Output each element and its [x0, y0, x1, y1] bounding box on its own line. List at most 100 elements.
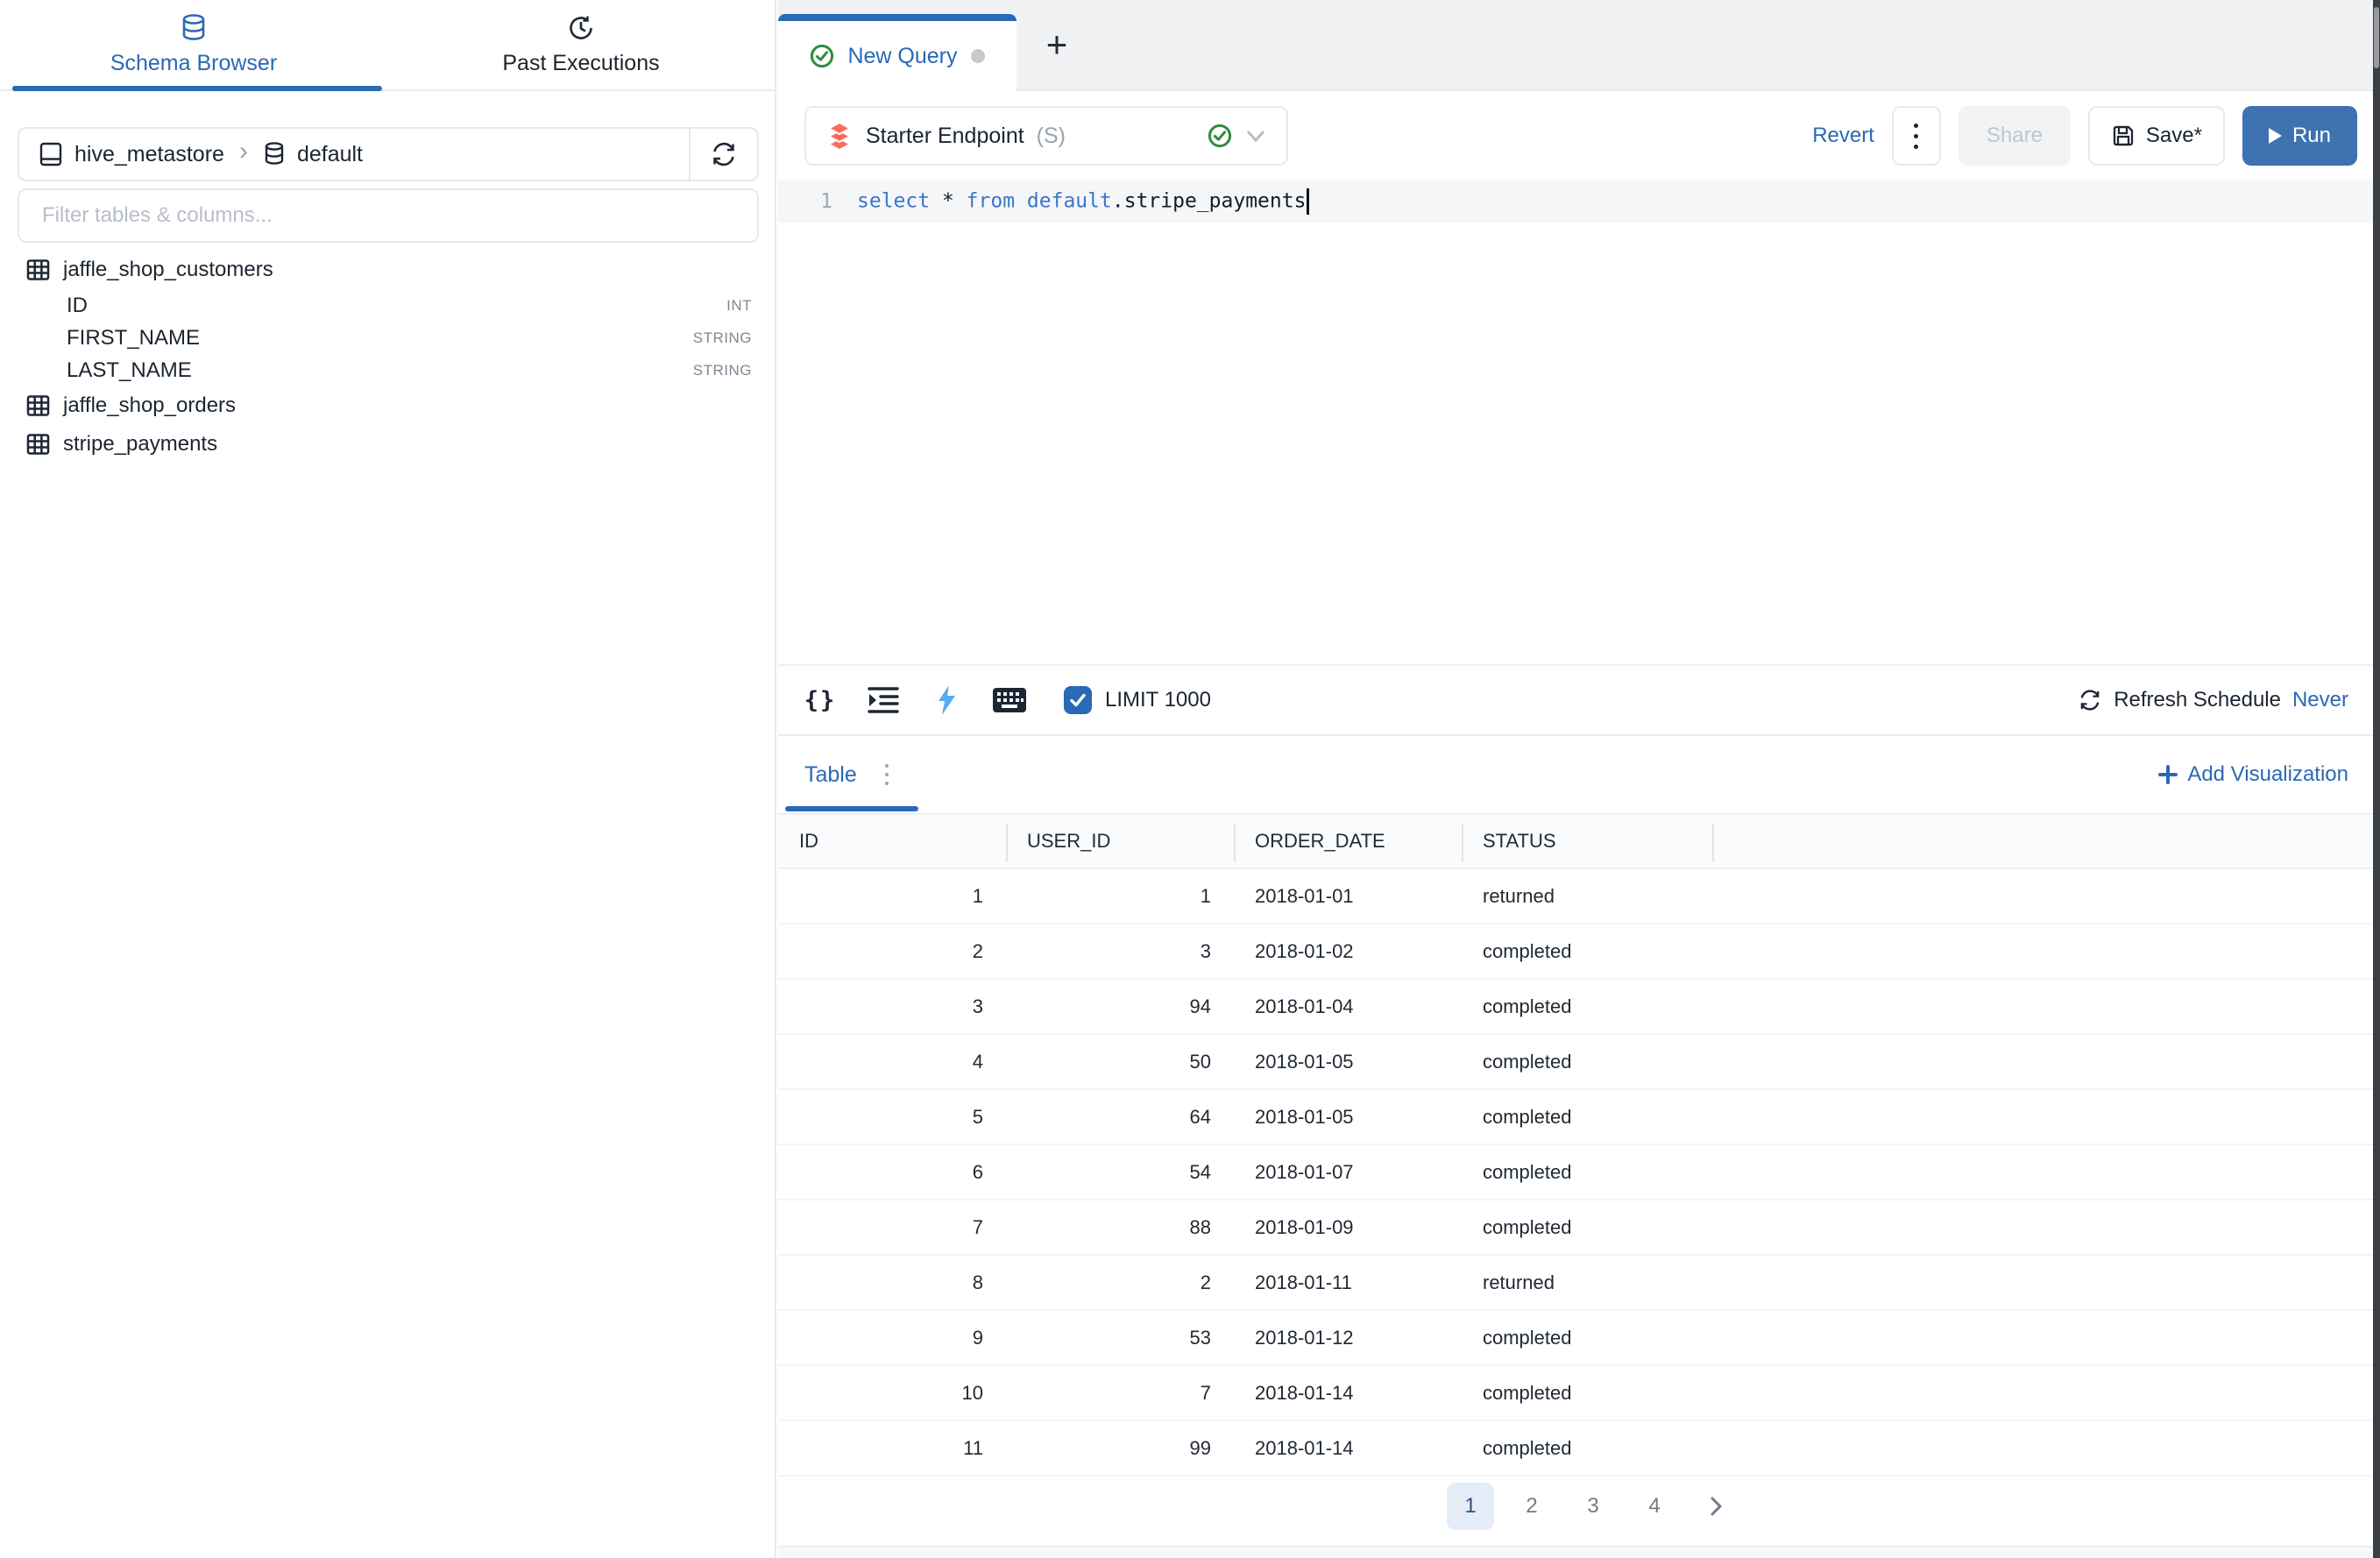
tab-schema-browser[interactable]: Schema Browser [0, 0, 387, 89]
sql-code-line[interactable]: select * from default.stripe_payments [857, 188, 1309, 215]
cell-status: completed [1462, 1106, 1712, 1129]
indent-icon [867, 685, 900, 715]
table-row: 112018-01-01returned [778, 869, 2373, 924]
editor-active-line: 1 select * from default.stripe_payments [778, 181, 2373, 223]
query-tab-label: New Query [847, 44, 957, 69]
table-row: 6542018-01-07completed [778, 1145, 2373, 1200]
sql-token: from [967, 190, 1015, 213]
unsaved-dot-icon [971, 49, 985, 63]
results-grid: ID USER_ID ORDER_DATE STATUS 112018-01-0… [778, 813, 2373, 1477]
sidebar-tab-label: Schema Browser [110, 51, 277, 76]
breadcrumb-schema[interactable]: default [297, 142, 363, 167]
format-braces-button[interactable]: {} [801, 681, 839, 719]
page-button-3[interactable]: 3 [1569, 1483, 1617, 1530]
query-tab-bar: New Query + [778, 0, 2373, 91]
save-button[interactable]: Save* [2088, 106, 2225, 166]
cell-user-id: 50 [1006, 1051, 1234, 1073]
more-options-button[interactable] [1892, 106, 1941, 166]
table-row: 7882018-01-09completed [778, 1200, 2373, 1256]
keyboard-icon [992, 687, 1027, 713]
cell-order-date: 2018-01-07 [1234, 1161, 1462, 1184]
databricks-endpoint-icon [825, 121, 854, 151]
cell-order-date: 2018-01-05 [1234, 1051, 1462, 1073]
new-tab-button[interactable]: + [1029, 0, 1085, 89]
tree-column-type: STRING [693, 362, 752, 379]
cell-status: completed [1462, 1051, 1712, 1073]
endpoint-selector[interactable]: Starter Endpoint (S) [804, 106, 1288, 166]
limit-checkbox[interactable] [1064, 686, 1092, 714]
revert-button[interactable]: Revert [1812, 124, 1874, 148]
add-visualization-label: Add Visualization [2187, 762, 2348, 787]
results-tab-table[interactable]: Table [804, 762, 857, 788]
keyboard-shortcuts-button[interactable] [990, 681, 1029, 719]
page-button-4[interactable]: 4 [1631, 1483, 1678, 1530]
cell-order-date: 2018-01-11 [1234, 1271, 1462, 1294]
table-row: 9532018-01-12completed [778, 1311, 2373, 1366]
tab-past-executions[interactable]: Past Executions [387, 0, 775, 89]
add-visualization-button[interactable]: Add Visualization [2157, 762, 2348, 787]
kebab-icon [1914, 124, 1918, 128]
check-circle-icon [1208, 124, 1232, 148]
cell-user-id: 88 [1006, 1216, 1234, 1239]
scrollbar-thumb[interactable] [2374, 7, 2379, 68]
query-actions: Revert Share Save* Run [1812, 106, 2357, 166]
share-button[interactable]: Share [1959, 106, 2071, 166]
results-header: Table Add Visualization [778, 736, 2373, 813]
cell-order-date: 2018-01-14 [1234, 1437, 1462, 1460]
tree-table-name: jaffle_shop_customers [63, 258, 273, 282]
cell-order-date: 2018-01-14 [1234, 1382, 1462, 1405]
bottom-strip [778, 1546, 2373, 1558]
next-page-button[interactable] [1692, 1483, 1739, 1530]
cell-id: 11 [778, 1437, 1006, 1460]
sql-token [930, 190, 942, 213]
results-tab-menu-button[interactable] [885, 764, 889, 785]
sql-token: stripe_payments [1124, 190, 1307, 213]
tree-column-name: LAST_NAME [67, 358, 192, 383]
table-grid-icon [26, 433, 50, 456]
run-button-label: Run [2292, 124, 2331, 148]
tree-column-name: FIRST_NAME [67, 326, 200, 351]
cell-user-id: 99 [1006, 1437, 1234, 1460]
refresh-icon [2078, 688, 2102, 712]
schema-filter [18, 188, 759, 243]
page-button-1[interactable]: 1 [1447, 1483, 1494, 1530]
live-autocomplete-button[interactable] [927, 681, 966, 719]
braces-icon: {} [804, 687, 837, 714]
refresh-schedule-value[interactable]: Never [2292, 688, 2348, 712]
cell-user-id: 2 [1006, 1271, 1234, 1294]
column-divider [1006, 824, 1008, 862]
plus-icon [2157, 764, 2178, 785]
chevron-right-icon: › [236, 138, 251, 170]
kebab-icon [885, 764, 889, 768]
cell-user-id: 64 [1006, 1106, 1234, 1129]
auto-indent-button[interactable] [864, 681, 903, 719]
window-scrollbar[interactable] [2373, 0, 2380, 1558]
cell-order-date: 2018-01-05 [1234, 1106, 1462, 1129]
tree-column-name: ID [67, 294, 88, 318]
refresh-icon [710, 140, 738, 168]
tree-column-LAST_NAME[interactable]: LAST_NAME STRING [0, 354, 773, 386]
breadcrumb-catalog[interactable]: hive_metastore [74, 142, 224, 167]
refresh-schema-button[interactable] [689, 129, 757, 180]
query-tab-new-query[interactable]: New Query [778, 14, 1016, 91]
limit-toggle[interactable]: LIMIT 1000 [1064, 686, 1211, 714]
pagination: 1234 [813, 1483, 2373, 1530]
schema-icon [263, 141, 286, 167]
endpoint-name: Starter Endpoint [866, 124, 1024, 149]
cell-order-date: 2018-01-09 [1234, 1216, 1462, 1239]
tree-table-jaffle_shop_orders[interactable]: jaffle_shop_orders [0, 386, 773, 425]
run-button[interactable]: Run [2242, 106, 2357, 166]
table-grid-icon [26, 258, 50, 281]
filter-input[interactable] [18, 188, 759, 243]
page-button-2[interactable]: 2 [1508, 1483, 1555, 1530]
sql-token: * [942, 190, 954, 213]
sql-editor[interactable]: 1 select * from default.stripe_payments [778, 181, 2373, 664]
column-header: ID [778, 830, 1006, 853]
active-results-tab-underline [785, 806, 918, 811]
tree-column-ID[interactable]: IDINT [0, 289, 773, 322]
tree-table-stripe_payments[interactable]: stripe_payments [0, 425, 773, 464]
cell-order-date: 2018-01-04 [1234, 995, 1462, 1018]
tree-column-FIRST_NAME[interactable]: FIRST_NAMESTRING [0, 322, 773, 354]
tree-table-jaffle_shop_customers[interactable]: jaffle_shop_customers [0, 251, 773, 289]
sql-token [954, 190, 967, 213]
